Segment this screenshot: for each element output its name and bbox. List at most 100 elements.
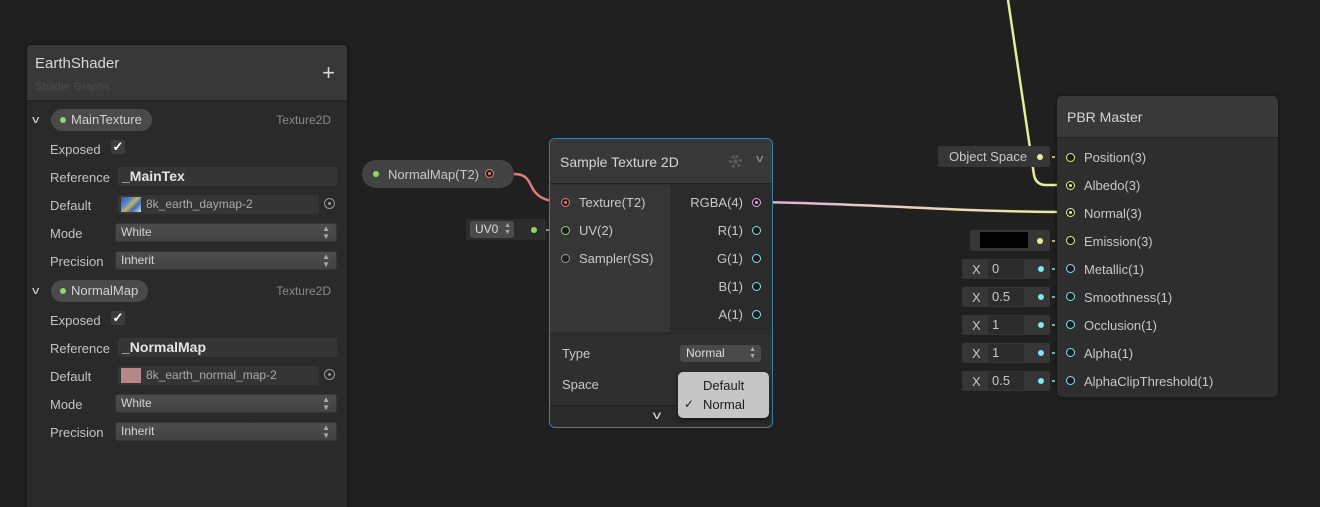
connector-dot [1038,322,1044,328]
plus-icon[interactable]: + [322,62,335,84]
precision-select[interactable]: Inherit ▲ ▼ [115,422,337,441]
output-label: B(1) [718,279,743,294]
default-texture-name: 8k_earth_daymap-2 [146,197,253,211]
output-port-b[interactable] [752,282,761,291]
connector-dot [1038,378,1044,384]
input-port-alphaclipthreshold[interactable] [1066,376,1075,385]
default-label: Default [50,369,92,384]
mode-select[interactable]: White ▲ ▼ [115,223,337,242]
node-title-bar[interactable]: Sample Texture 2D v [550,139,772,184]
connector-dot [1037,238,1043,244]
input-port-alpha[interactable] [1066,348,1075,357]
axis-label: X [972,290,981,305]
input-label: Albedo(3) [1084,178,1141,193]
mode-label: Mode [50,226,83,241]
mode-select[interactable]: White ▲ ▼ [115,394,337,413]
input-port-albedo[interactable] [1066,181,1075,190]
input-port-texture[interactable] [561,198,570,207]
property-pill[interactable]: NormalMap [51,280,149,302]
input-port-normal[interactable] [1066,208,1075,217]
updown-arrows-icon: ▲ ▼ [322,252,330,269]
property-pill[interactable]: MainTexture [51,109,152,131]
node-title-bar[interactable]: PBR Master [1057,96,1278,138]
mode-value: White [121,396,152,410]
exposed-checkbox[interactable]: ✓ [111,140,125,154]
input-port-occlusion[interactable] [1066,320,1075,329]
chevron-down-icon[interactable]: v [32,285,39,297]
output-port-a[interactable] [752,310,761,319]
alphaclip-default-input: X 0.5 [962,371,1050,391]
reference-input[interactable]: _MainTex [118,167,337,186]
property-maintexture: v MainTexture Texture2D Exposed ✓ Refere… [27,109,347,270]
output-ports: RGBA(4) R(1) G(1) B(1) A(1) [671,185,771,332]
exposed-dot-icon [60,117,66,123]
reference-label: Reference [50,170,110,185]
updown-arrows-icon: ▲ ▼ [504,222,511,236]
emission-default-input [970,230,1050,251]
input-label: Normal(3) [1084,206,1142,221]
input-port-sampler[interactable] [561,254,570,263]
default-texture-field[interactable]: 8k_earth_daymap-2 [118,195,319,214]
chevron-down-icon[interactable]: v [756,153,763,165]
output-port-rgba[interactable] [752,198,761,207]
property-name: NormalMap [71,283,139,298]
space-label: Space [562,377,599,392]
pbr-master-node[interactable]: PBR Master Position(3) Albedo(3) Normal(… [1057,96,1278,397]
reference-input[interactable]: _NormalMap [118,338,337,357]
input-label: Texture(T2) [579,195,646,210]
uv-channel-select[interactable]: UV0 ▲ ▼ [470,221,514,238]
value-field[interactable]: 1 [988,316,1024,334]
axis-label: X [972,374,981,389]
exposed-dot-icon [373,171,379,177]
type-select[interactable]: Normal ▲ ▼ [680,345,761,362]
property-header: v NormalMap Texture2D [27,280,347,306]
exposed-checkbox[interactable]: ✓ [111,311,125,325]
input-port-position[interactable] [1066,153,1075,162]
input-port-metallic[interactable] [1066,264,1075,273]
dropdown-item-label: Default [703,378,745,393]
exposed-label: Exposed [50,313,101,328]
exposed-row: Exposed ✓ [50,139,337,161]
dropdown-item-normal[interactable]: ✓ Normal [678,396,769,414]
input-port-smoothness[interactable] [1066,292,1075,301]
value-field[interactable]: 0.5 [988,288,1024,306]
mode-row: Mode White ▲ ▼ [50,223,337,245]
precision-row: Precision Inherit ▲ ▼ [50,251,337,273]
output-label: A(1) [718,307,743,322]
chevron-down-icon[interactable]: v [32,114,39,126]
type-value: Normal [686,346,725,360]
emission-color-swatch[interactable] [980,232,1028,248]
output-label: R(1) [717,223,743,238]
output-port-texture[interactable] [485,169,494,178]
output-port-g[interactable] [752,254,761,263]
axis-label: X [972,262,981,277]
texture-thumbnail [121,368,141,383]
precision-select[interactable]: Inherit ▲ ▼ [115,251,337,270]
checkmark-icon: ✓ [684,397,695,411]
value-field[interactable]: 1 [988,344,1024,362]
gear-icon[interactable] [729,155,742,168]
input-label: UV(2) [579,223,613,238]
value-field[interactable]: 0.5 [988,372,1024,390]
default-texture-field[interactable]: 8k_earth_normal_map-2 [118,366,319,385]
smoothness-default-input: X 0.5 [962,287,1050,307]
precision-value: Inherit [121,424,155,438]
input-port-emission[interactable] [1066,236,1075,245]
object-picker-icon[interactable] [324,198,335,209]
output-port-r[interactable] [752,226,761,235]
precision-label: Precision [50,425,104,440]
blackboard-panel: EarthShader Shader Graphs + v MainTextur… [27,45,347,507]
reference-row: Reference _MainTex [50,167,337,189]
expand-chevron-icon[interactable]: v [653,408,661,422]
property-type: Texture2D [276,284,331,298]
default-row: Default 8k_earth_normal_map-2 [50,366,337,388]
object-picker-icon[interactable] [324,369,335,380]
type-label: Type [562,346,591,361]
wire-rgba-to-normal[interactable] [761,200,1071,214]
value-field[interactable]: 0 [988,260,1024,278]
property-header: v MainTexture Texture2D [27,109,347,135]
updown-arrows-icon: ▲ ▼ [322,395,330,412]
dropdown-item-default[interactable]: Default [678,377,769,395]
normalmap-property-node[interactable]: NormalMap(T2) [362,160,514,188]
input-port-uv[interactable] [561,226,570,235]
